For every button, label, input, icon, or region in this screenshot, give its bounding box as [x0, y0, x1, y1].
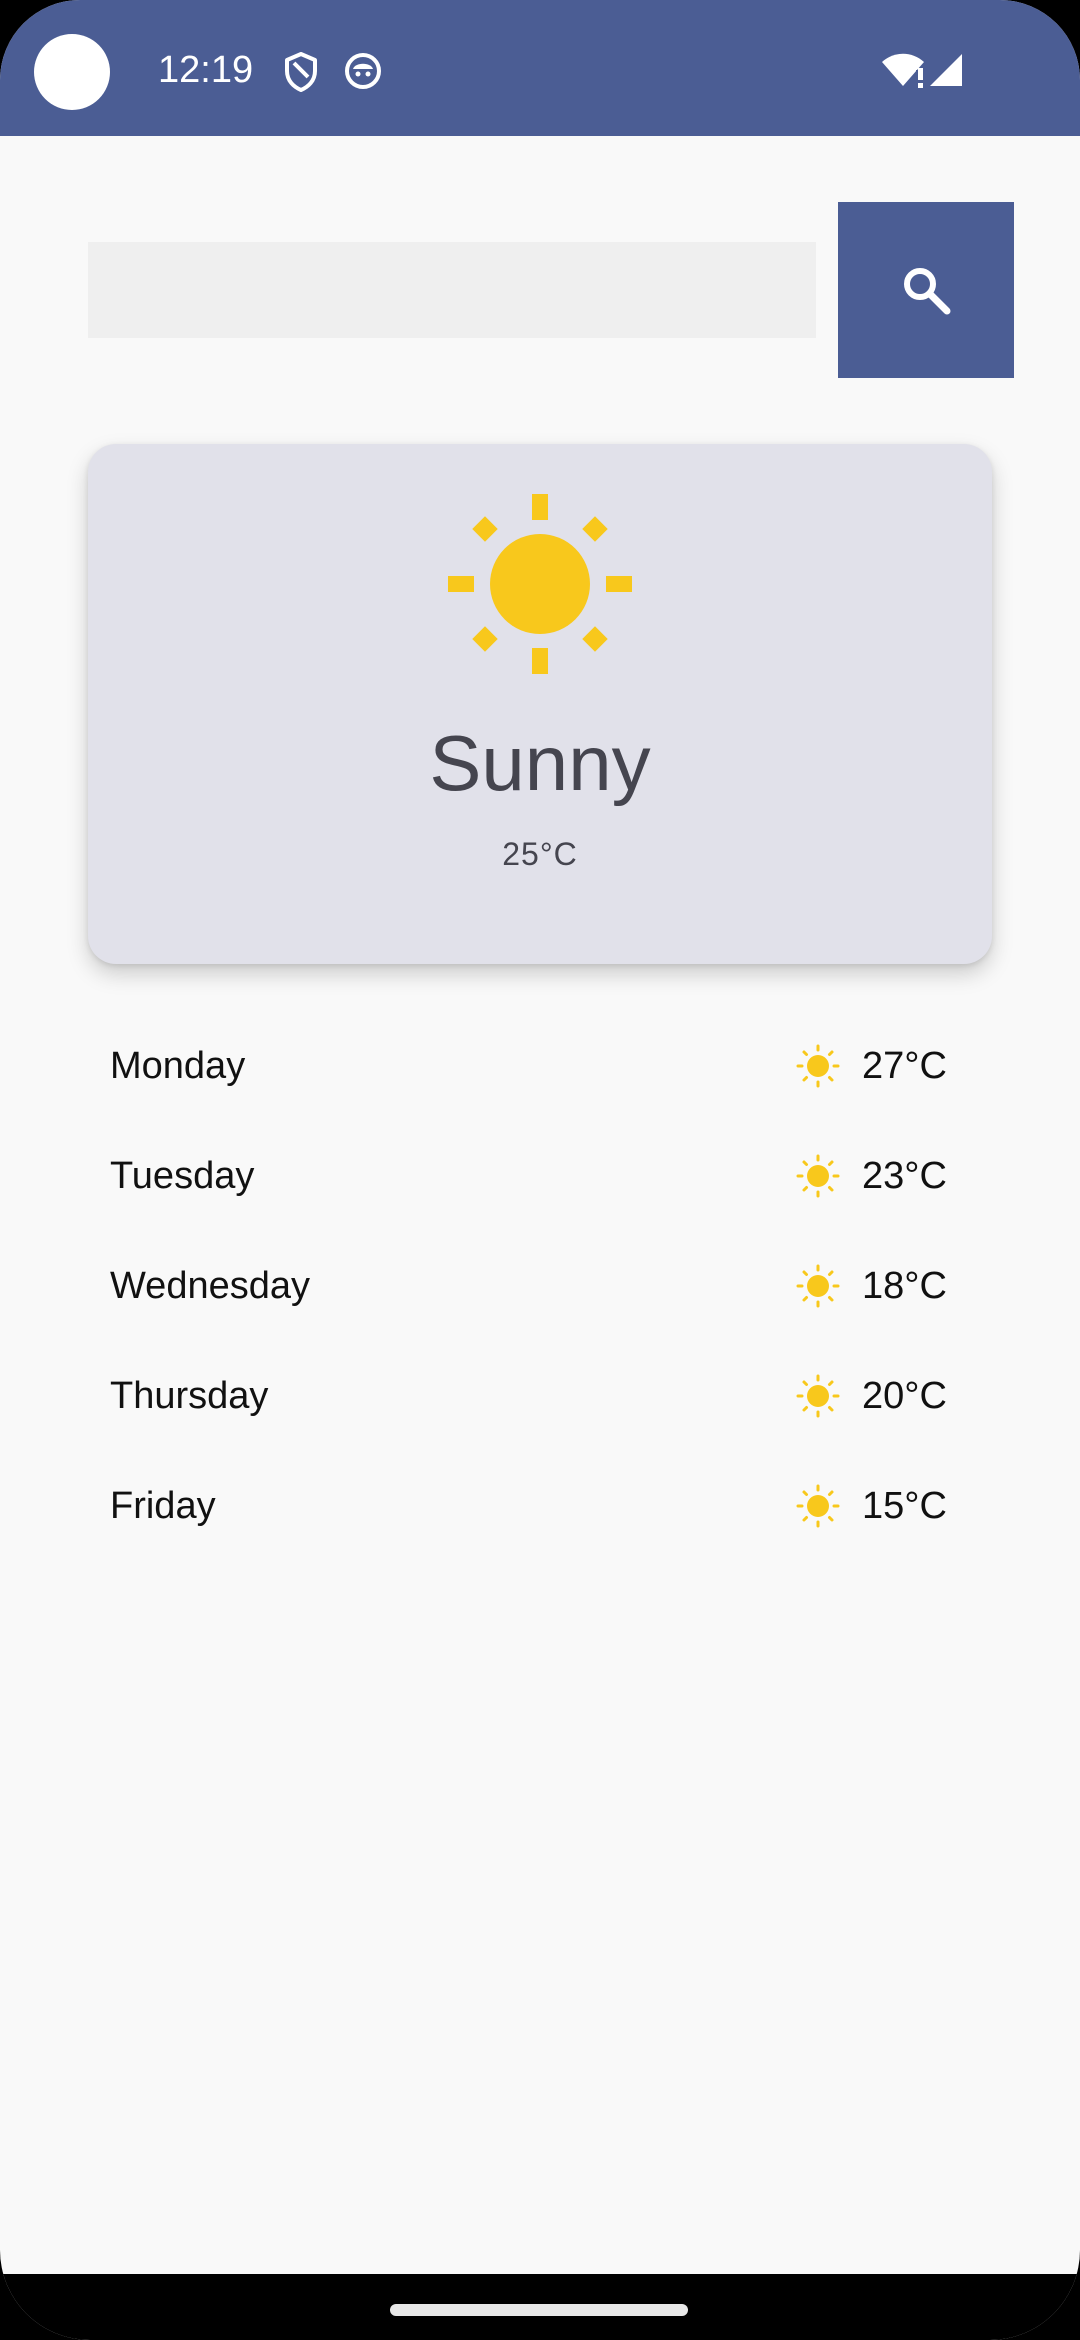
forecast-temperature: 15°C: [862, 1485, 947, 1527]
face-icon: [345, 53, 381, 89]
forecast-day: Wednesday: [110, 1265, 310, 1307]
cell-signal-icon: [930, 54, 962, 86]
forecast-row-tuesday: Tuesday 23°C: [0, 1120, 1080, 1230]
current-condition: Sunny: [429, 719, 651, 807]
sun-icon: [448, 494, 632, 674]
navigation-bar: [0, 2274, 1080, 2340]
forecast-day: Friday: [110, 1485, 216, 1527]
sun-icon: [796, 1484, 840, 1528]
forecast-temperature: 23°C: [862, 1155, 947, 1197]
search-icon: [904, 268, 951, 315]
status-bar: 12:19: [0, 0, 1080, 136]
current-weather-card: Sunny 25°C: [88, 444, 992, 964]
status-time: 12:19: [158, 49, 254, 91]
forecast-day: Thursday: [110, 1375, 269, 1417]
search-button[interactable]: [838, 202, 1014, 378]
sun-icon: [796, 1044, 840, 1088]
forecast-temperature: 27°C: [862, 1045, 947, 1087]
forecast-day: Monday: [110, 1045, 246, 1087]
sun-icon: [796, 1154, 840, 1198]
forecast-day: Tuesday: [110, 1155, 255, 1197]
shield-icon: [285, 52, 317, 92]
city-search-input[interactable]: [88, 242, 816, 338]
forecast-row-friday: Friday 15°C: [0, 1450, 1080, 1560]
forecast-row-wednesday: Wednesday 18°C: [0, 1230, 1080, 1340]
forecast-temperature: 20°C: [862, 1375, 947, 1417]
home-gesture-handle[interactable]: [390, 2304, 688, 2316]
sun-icon: [796, 1264, 840, 1308]
sun-icon: [796, 1374, 840, 1418]
app-screen: 12:19 Sunny 25°C Monday 27°C Tuesday 23°…: [0, 0, 1080, 2340]
wifi-icon: [882, 53, 924, 88]
current-temperature: 25°C: [502, 836, 578, 872]
forecast-row-thursday: Thursday 20°C: [0, 1340, 1080, 1450]
forecast-temperature: 18°C: [862, 1265, 947, 1307]
forecast-row-monday: Monday 27°C: [0, 1010, 1080, 1120]
camera-cutout: [34, 34, 110, 110]
